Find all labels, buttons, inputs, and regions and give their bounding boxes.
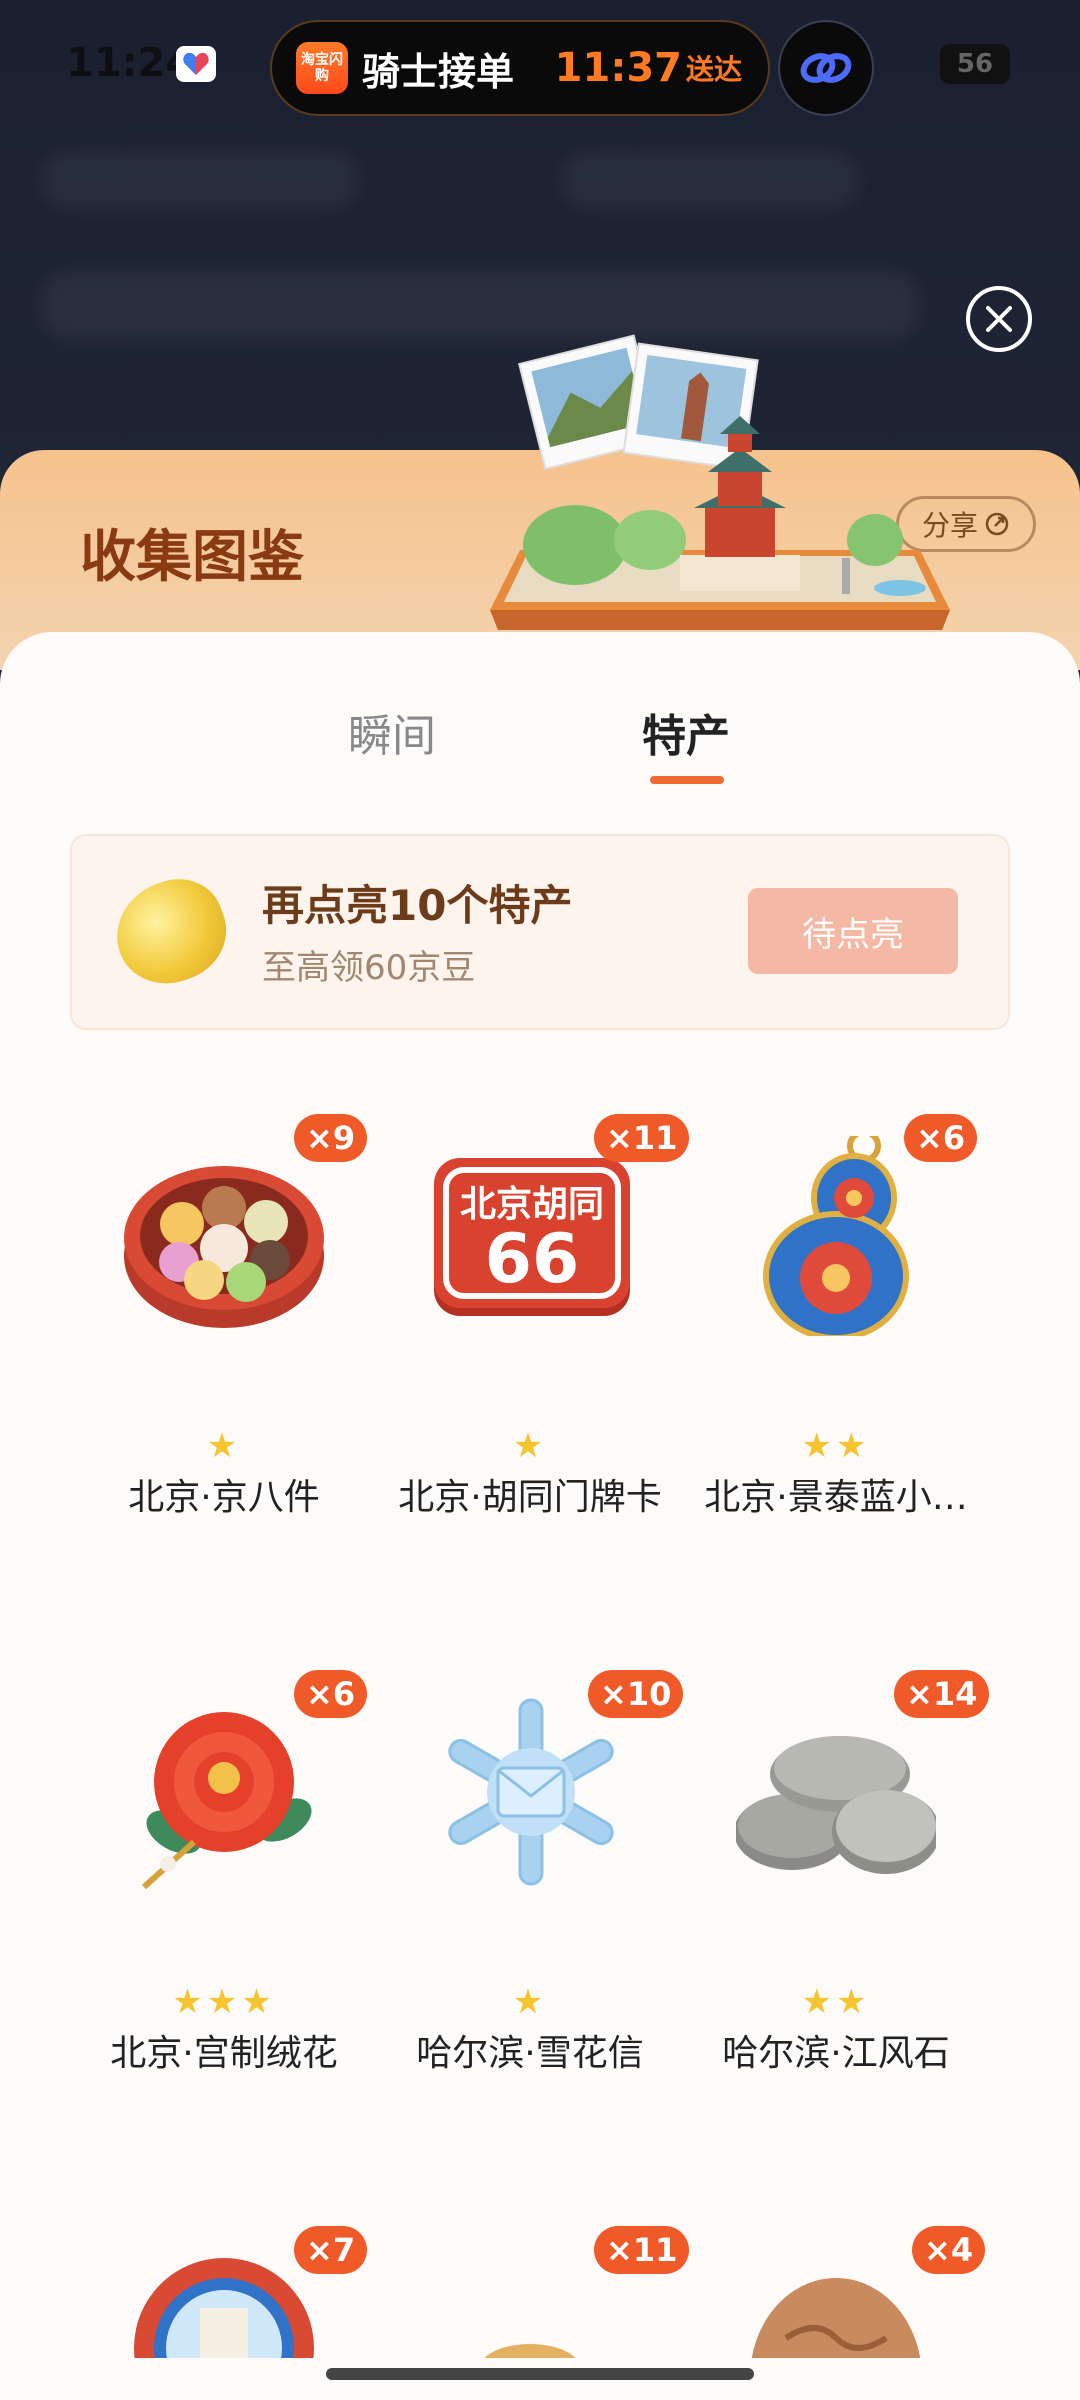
snowflake-letter-image bbox=[448, 1698, 614, 1886]
banner-subtitle: 至高领60京豆 bbox=[262, 948, 476, 988]
delivery-live-activity[interactable]: 淘宝闪购 骑士接单 11:37 送达 bbox=[270, 20, 770, 116]
island-time: 11:37 bbox=[554, 45, 682, 91]
count-badge: ×7 bbox=[294, 2226, 368, 2274]
plate-top-text: 北京胡同 bbox=[460, 1183, 604, 1225]
close-icon bbox=[986, 306, 1012, 332]
item-name: 哈尔滨·江风石 bbox=[722, 2033, 950, 2074]
item-name: 北京·景泰蓝小… bbox=[704, 1477, 968, 1518]
item-name: 北京·宫制绒花 bbox=[110, 2033, 338, 2074]
app-icon: 淘宝闪购 bbox=[296, 42, 348, 94]
count-badge: ×6 bbox=[904, 1114, 978, 1162]
pastry-box-image bbox=[124, 1166, 324, 1328]
battery-indicator: 56 bbox=[940, 44, 1010, 84]
close-button[interactable] bbox=[966, 286, 1032, 352]
item-name: 哈尔滨·雪花信 bbox=[416, 2033, 644, 2074]
active-tab-indicator bbox=[650, 776, 724, 784]
count-badge: ×6 bbox=[294, 1670, 368, 1718]
background-blur-block bbox=[40, 150, 360, 210]
pending-light-button[interactable]: 待点亮 bbox=[748, 888, 958, 974]
tab-moments[interactable]: 瞬间 bbox=[348, 700, 436, 764]
item-name: 北京·京八件 bbox=[128, 1477, 320, 1518]
rarity-stars: ★ bbox=[206, 1426, 242, 1466]
link-icon bbox=[800, 53, 852, 83]
count-badge: ×10 bbox=[588, 1670, 684, 1718]
specialty-card[interactable]: ×11 bbox=[380, 2226, 690, 2358]
count-badge: ×4 bbox=[912, 2226, 986, 2274]
badge-medal-image bbox=[134, 2258, 314, 2358]
rarity-stars: ★ bbox=[512, 1426, 548, 1466]
rarity-stars: ★ bbox=[512, 1982, 548, 2022]
background-blur-block bbox=[560, 150, 860, 210]
walnut-image bbox=[751, 2278, 921, 2358]
page-title: 收集图鉴 bbox=[80, 525, 304, 590]
count-badge: ×11 bbox=[594, 2226, 690, 2274]
count-badge: ×14 bbox=[894, 1670, 990, 1718]
landmark-diorama-illustration bbox=[490, 334, 950, 630]
count-badge: ×9 bbox=[294, 1114, 368, 1162]
status-time: 11:24 bbox=[66, 40, 194, 86]
item-name: 北京·胡同门牌卡 bbox=[398, 1477, 662, 1518]
river-stones-image bbox=[736, 1736, 936, 1874]
home-indicator[interactable] bbox=[326, 2368, 754, 2380]
specialty-card[interactable]: ×4 bbox=[686, 2226, 986, 2358]
banner-title: 再点亮10个特产 bbox=[262, 881, 573, 930]
rarity-stars: ★★ bbox=[801, 1982, 871, 2022]
tab-specialties[interactable]: 特产 bbox=[642, 700, 730, 764]
rarity-stars: ★★ bbox=[801, 1426, 871, 1466]
share-icon bbox=[985, 512, 1009, 536]
plate-number-text: 66 bbox=[485, 1220, 580, 1299]
cloisonne-gourd-image bbox=[763, 1136, 909, 1336]
specialty-card[interactable]: ×7 bbox=[74, 2226, 374, 2358]
island-title: 骑士接单 bbox=[362, 49, 515, 94]
count-badge: ×11 bbox=[594, 1114, 690, 1162]
hutong-plate-image: 北京胡同 66 bbox=[434, 1158, 630, 1316]
velvet-flower-image bbox=[141, 1712, 312, 1890]
rarity-stars: ★★★ bbox=[172, 1982, 276, 2022]
link-icon-button[interactable] bbox=[778, 20, 874, 116]
island-eta: 送达 bbox=[685, 53, 742, 86]
health-app-icon bbox=[176, 46, 216, 82]
